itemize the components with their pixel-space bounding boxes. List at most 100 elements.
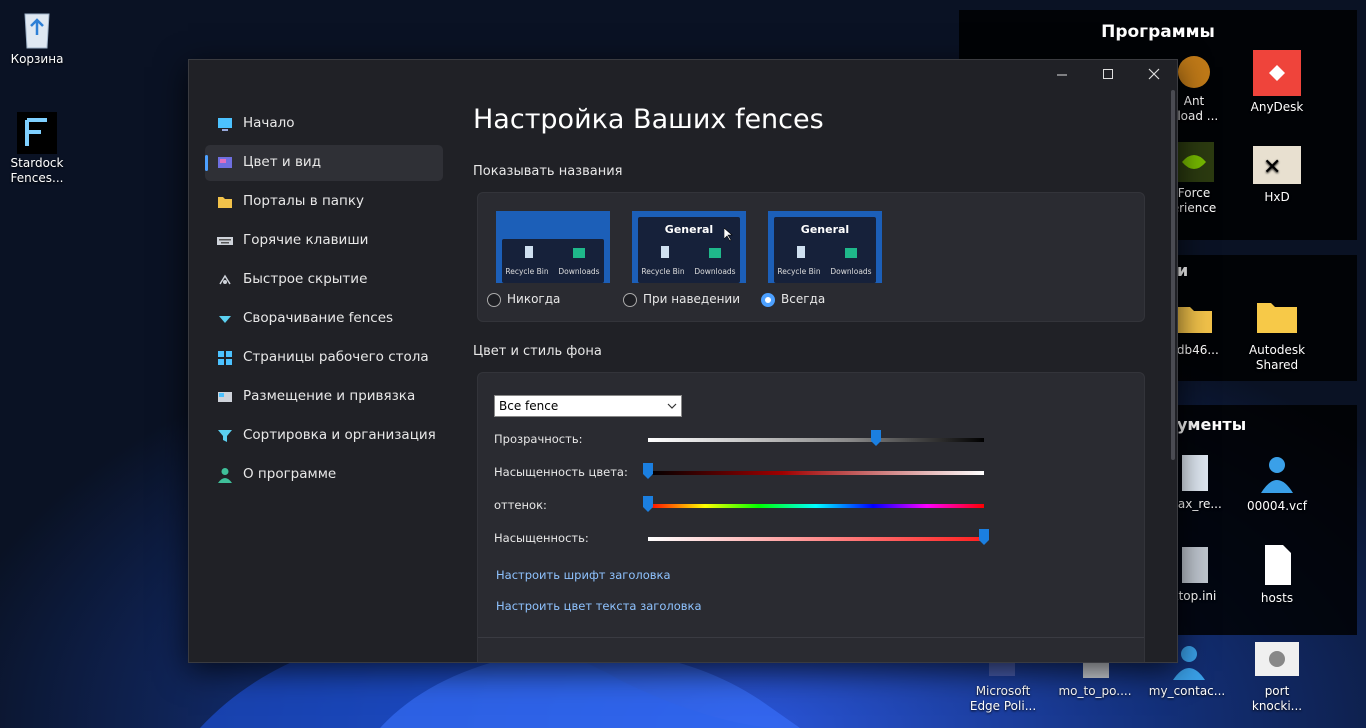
fence-select-dropdown[interactable]: Все fence bbox=[494, 395, 682, 417]
sidebar-item-hotkeys[interactable]: Горячие клавиши bbox=[205, 223, 443, 259]
slider-thumb[interactable] bbox=[871, 430, 882, 446]
hxd-icon: ✕ bbox=[1253, 146, 1301, 186]
slider-transparency[interactable]: Прозрачность: bbox=[494, 430, 994, 450]
slider-saturation[interactable]: Насыщенность: bbox=[494, 529, 994, 549]
radio-dot bbox=[623, 293, 637, 307]
sidebar-item-label: Горячие клавиши bbox=[243, 232, 369, 248]
sidebar-item-label: Сортировка и организация bbox=[243, 427, 436, 443]
slider-thumb[interactable] bbox=[979, 529, 989, 545]
desktop-icon-recycle-bin[interactable]: Корзина bbox=[0, 8, 78, 67]
preview-on-hover[interactable]: General Recycle Bin Downloads bbox=[632, 211, 746, 283]
desktop-icon-label: my_contac... bbox=[1148, 684, 1226, 698]
settings-content: Настройка Ваших fences Показывать назван… bbox=[451, 60, 1161, 662]
sidebar-item-about[interactable]: О программе bbox=[205, 457, 443, 493]
ant-download-icon bbox=[1174, 50, 1214, 90]
downloads-folder-icon bbox=[845, 248, 857, 258]
fences-settings-window[interactable]: Начало Цвет и вид Порталы в папку Горячи… bbox=[188, 59, 1178, 663]
fence-title: Программы bbox=[1101, 22, 1215, 42]
desktop-icon-port-knocking[interactable]: port knocki... bbox=[1236, 640, 1318, 714]
slider-track[interactable] bbox=[648, 504, 984, 508]
customize-title-font-link[interactable]: Настроить шрифт заголовка bbox=[496, 568, 671, 582]
sidebar-item-color-and-view[interactable]: Цвет и вид bbox=[205, 145, 443, 181]
page-title: Настройка Ваших fences bbox=[473, 104, 824, 135]
slider-label: Прозрачность: bbox=[494, 432, 583, 446]
sidebar-item-desktop-pages[interactable]: Страницы рабочего стола bbox=[205, 340, 443, 376]
fence-title: и bbox=[1177, 261, 1189, 280]
sidebar-item-home[interactable]: Начало bbox=[205, 106, 443, 142]
sidebar-item-sorting[interactable]: Сортировка и организация bbox=[205, 418, 443, 454]
preview-always[interactable]: General Recycle Bin Downloads bbox=[768, 211, 882, 283]
section-label-background: Цвет и стиль фона bbox=[473, 344, 602, 359]
desktop-icon-stardock-fences[interactable]: Stardock Fences... bbox=[0, 112, 78, 186]
file-icon bbox=[1257, 543, 1297, 587]
desktop-icon-label: Autodesk Shared bbox=[1248, 343, 1306, 372]
dropdown-value: Все fence bbox=[499, 399, 559, 413]
recycle-bin-icon bbox=[797, 246, 805, 258]
slider-track[interactable] bbox=[648, 438, 984, 442]
filter-icon bbox=[218, 430, 232, 442]
desktop-icon-label: Microsoft Edge Poli... bbox=[969, 684, 1037, 713]
sidebar: Начало Цвет и вид Порталы в папку Горячи… bbox=[189, 60, 451, 662]
file-icon bbox=[1174, 453, 1214, 493]
radio-label: Всегда bbox=[781, 292, 826, 306]
folder-icon bbox=[1174, 299, 1214, 339]
downloads-folder-icon bbox=[709, 248, 721, 258]
desktop-icon-label: mo_to_po.... bbox=[1058, 684, 1132, 698]
desktop-icon-anydesk[interactable]: AnyDesk bbox=[1236, 50, 1318, 115]
desktop-icon-00004-vcf[interactable]: 00004.vcf bbox=[1236, 453, 1318, 514]
fence-title: ументы bbox=[1177, 415, 1247, 434]
contacts-icon bbox=[1253, 453, 1301, 495]
recycle-bin-icon bbox=[17, 8, 57, 49]
preview-never[interactable]: Recycle Bin Downloads bbox=[496, 211, 610, 283]
sidebar-item-quick-hide[interactable]: Быстрое скрытие bbox=[205, 262, 443, 298]
radio-dot bbox=[487, 293, 501, 307]
desktop-icon-hxd[interactable]: ✕ HxD bbox=[1236, 146, 1318, 205]
customize-title-color-link[interactable]: Настроить цвет текста заголовка bbox=[496, 599, 702, 613]
sidebar-item-label: Страницы рабочего стола bbox=[243, 349, 429, 365]
sidebar-item-layout-snapping[interactable]: Размещение и привязка bbox=[205, 379, 443, 415]
scrollbar[interactable] bbox=[1171, 90, 1175, 460]
desktop-icon-label: Корзина bbox=[10, 52, 64, 66]
sidebar-item-collapse-fences[interactable]: Сворачивание fences bbox=[205, 301, 443, 337]
desktop-icon-label: AnyDesk bbox=[1250, 100, 1304, 114]
mouse-cursor-icon bbox=[724, 228, 733, 242]
slider-color-saturation[interactable]: Насыщенность цвета: bbox=[494, 463, 994, 483]
sidebar-item-folder-portals[interactable]: Порталы в папку bbox=[205, 184, 443, 220]
preview-item-label: Downloads bbox=[830, 267, 872, 276]
chevron-down-icon bbox=[667, 403, 677, 409]
sidebar-item-label: Сворачивание fences bbox=[243, 310, 394, 326]
section-label-show-titles: Показывать названия bbox=[473, 164, 623, 179]
settings-file-icon bbox=[1174, 545, 1214, 585]
radio-dot bbox=[761, 293, 775, 307]
monitor-icon bbox=[218, 118, 232, 131]
appearance-icon bbox=[218, 157, 232, 168]
desktop-icon-autodesk-shared[interactable]: Autodesk Shared bbox=[1236, 299, 1318, 373]
slider-hue[interactable]: оттенок: bbox=[494, 496, 994, 516]
folder-icon bbox=[218, 197, 232, 208]
downloads-folder-icon bbox=[573, 248, 585, 258]
desktop-icon-label: HxD bbox=[1264, 190, 1290, 204]
preview-item-label: Recycle Bin bbox=[777, 267, 821, 276]
desktop-icon-label: Stardock Fences... bbox=[10, 156, 64, 185]
pages-icon bbox=[218, 351, 232, 365]
desktop-icon-hosts[interactable]: hosts bbox=[1236, 543, 1318, 606]
collapse-icon bbox=[219, 316, 231, 323]
quick-hide-icon bbox=[219, 274, 231, 285]
desktop-icon-label: hosts bbox=[1260, 591, 1294, 605]
sidebar-item-label: Цвет и вид bbox=[243, 154, 322, 170]
slider-track[interactable] bbox=[648, 537, 984, 541]
slider-label: Насыщенность: bbox=[494, 531, 589, 545]
radio-label: При наведении bbox=[643, 292, 741, 306]
fences-app-icon bbox=[17, 112, 57, 154]
desktop-icon-label: 00004.vcf bbox=[1247, 499, 1307, 513]
sidebar-item-label: О программе bbox=[243, 466, 337, 482]
settings-file-icon bbox=[1253, 640, 1301, 680]
slider-track[interactable] bbox=[648, 471, 984, 475]
sidebar-item-label: Начало bbox=[243, 115, 295, 131]
slider-thumb[interactable] bbox=[643, 496, 653, 512]
slider-thumb[interactable] bbox=[643, 463, 653, 479]
keyboard-icon bbox=[217, 237, 233, 245]
sidebar-item-label: Быстрое скрытие bbox=[243, 271, 368, 287]
preview-item-label: Downloads bbox=[558, 267, 600, 276]
recycle-bin-icon bbox=[525, 246, 533, 258]
